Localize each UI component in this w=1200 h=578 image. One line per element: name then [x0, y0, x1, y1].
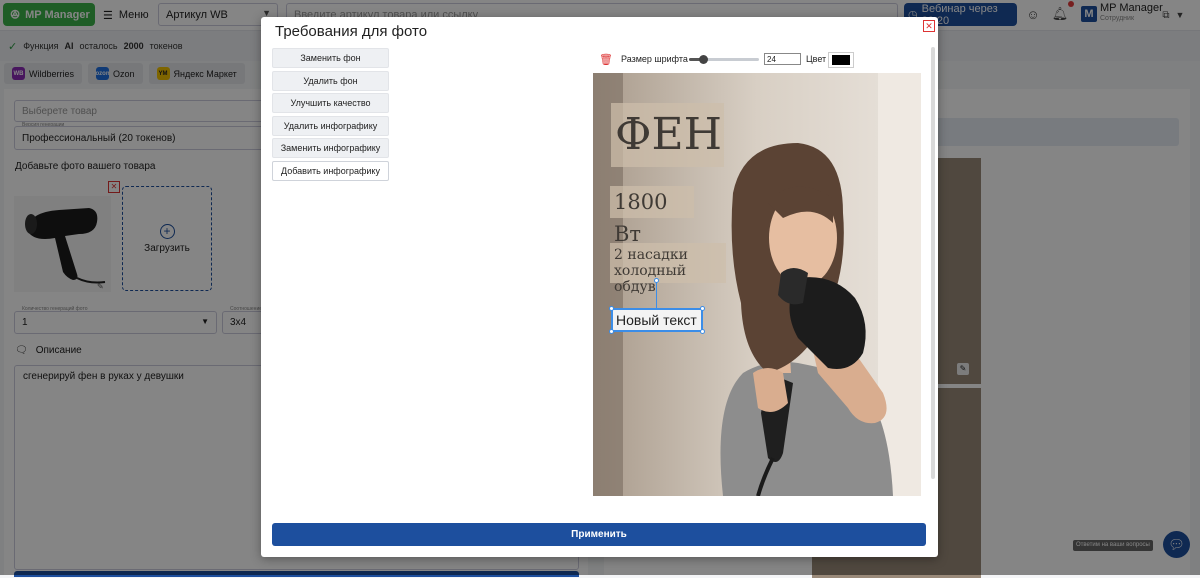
- improve-quality-button[interactable]: Улучшить качество: [272, 93, 389, 113]
- overlay-line-2: холодный обдув: [614, 263, 687, 295]
- text-toolbar: 🗑︎ Размер шрифта 24 Цвет: [599, 50, 854, 68]
- photo-editor-canvas[interactable]: ФЕН 1800 Вт 2 насадки холодный обдув Нов…: [593, 73, 921, 496]
- font-size-input[interactable]: 24: [764, 53, 801, 65]
- trash-icon[interactable]: 🗑︎: [599, 53, 613, 66]
- overlay-features[interactable]: 2 насадки холодный обдув: [610, 243, 726, 295]
- resize-handle-top-left[interactable]: [609, 306, 614, 311]
- color-swatch-fill: [832, 55, 850, 65]
- rotation-guide: [656, 280, 657, 308]
- photo-actions-list: Заменить фон Удалить фон Улучшить качест…: [272, 48, 389, 183]
- remove-infographic-button[interactable]: Удалить инфографику: [272, 115, 389, 136]
- modal-title: Требования для фото: [275, 23, 428, 40]
- replace-background-button[interactable]: Заменить фон: [272, 48, 389, 68]
- resize-handle-top-right[interactable]: [700, 306, 705, 311]
- slider-handle[interactable]: [699, 55, 708, 64]
- modal-scrollbar[interactable]: [931, 47, 935, 479]
- add-infographic-button[interactable]: Добавить инфографику: [272, 160, 389, 181]
- font-size-label: Размер шрифта: [621, 54, 688, 64]
- apply-button[interactable]: Применить: [272, 523, 926, 546]
- color-label: Цвет: [806, 54, 827, 64]
- overlay-title[interactable]: ФЕН: [611, 103, 724, 167]
- font-size-slider[interactable]: [689, 55, 759, 64]
- resize-handle-bottom-right[interactable]: [700, 329, 705, 334]
- new-text-box[interactable]: Новый текст: [611, 308, 703, 332]
- remove-background-button[interactable]: Удалить фон: [272, 70, 389, 91]
- replace-infographic-button[interactable]: Заменить инфографику: [272, 138, 389, 158]
- close-icon[interactable]: ✕: [923, 20, 935, 32]
- overlay-line-1: 2 насадки: [614, 247, 688, 263]
- rotate-handle[interactable]: [654, 278, 659, 283]
- photo-requirements-modal: Требования для фото ✕ Заменить фон Удали…: [261, 17, 938, 557]
- color-picker[interactable]: [828, 52, 854, 68]
- resize-handle-bottom-left[interactable]: [609, 329, 614, 334]
- overlay-power[interactable]: 1800 Вт: [610, 186, 694, 246]
